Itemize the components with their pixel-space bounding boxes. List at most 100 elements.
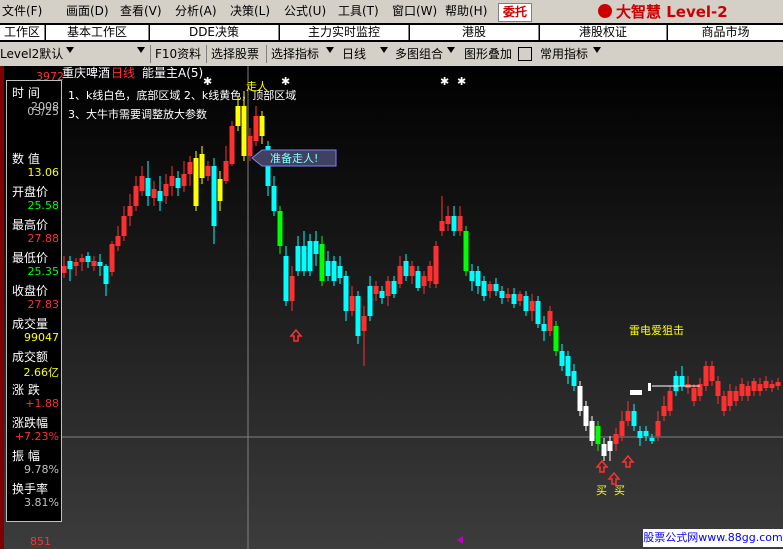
candle-body bbox=[247, 136, 253, 156]
candle-body bbox=[181, 174, 187, 186]
chevron-down-icon[interactable] bbox=[326, 47, 334, 53]
candle-body bbox=[253, 116, 259, 141]
info-label: 最高价 bbox=[12, 218, 49, 232]
candle-body bbox=[589, 421, 595, 441]
candle-body bbox=[511, 294, 517, 304]
candle-body bbox=[175, 178, 181, 188]
candle-body bbox=[601, 444, 607, 456]
layout-mode-select[interactable]: Level2默认 bbox=[0, 46, 63, 62]
chevron-down-icon[interactable] bbox=[66, 47, 74, 53]
candle-body bbox=[331, 261, 337, 281]
tab-hk-warrants[interactable]: 港股权证 bbox=[540, 25, 667, 40]
candle-body bbox=[187, 162, 193, 174]
signal-dot-icon: ✱ bbox=[203, 75, 212, 88]
chevron-down-icon[interactable] bbox=[447, 47, 455, 53]
candle-body bbox=[379, 291, 385, 298]
menu-window[interactable]: 窗口(W) bbox=[392, 3, 437, 20]
menu-tools[interactable]: 工具(T) bbox=[338, 3, 379, 20]
lock-icon[interactable] bbox=[518, 47, 532, 61]
stock-name: 重庆啤酒 bbox=[62, 66, 110, 80]
candle-body bbox=[565, 356, 571, 376]
menu-analysis[interactable]: 分析(A) bbox=[175, 3, 217, 20]
info-value: 13.06 bbox=[27, 166, 60, 179]
tab-workspace[interactable]: 工作区 bbox=[0, 25, 45, 40]
tab-main-monitor[interactable]: 主力实时监控 bbox=[280, 25, 409, 40]
tab-commodity-market[interactable]: 商品市场 bbox=[668, 25, 783, 40]
toolbar: Level2默认 F10资料 选择股票 选择指标 日线 多图组合 图形叠加 常用… bbox=[0, 42, 783, 67]
signal-dot-icon: ✱ bbox=[440, 75, 449, 88]
menu-decision[interactable]: 决策(L) bbox=[230, 3, 270, 20]
overlay-button[interactable]: 图形叠加 bbox=[464, 46, 512, 62]
candle-body bbox=[625, 411, 631, 421]
candle-body bbox=[223, 161, 229, 181]
candle-body bbox=[613, 434, 619, 444]
candle-body bbox=[775, 382, 781, 386]
menu-screen[interactable]: 画面(D) bbox=[66, 3, 109, 20]
workspace-tab-bar: 工作区 基本工作区 DDE决策 主力实时监控 港股 港股权证 商品市场 bbox=[0, 23, 783, 42]
menu-file[interactable]: 文件(F) bbox=[2, 3, 42, 20]
candle-body bbox=[271, 186, 277, 211]
candle-body bbox=[715, 381, 721, 396]
menu-help[interactable]: 帮助(H) bbox=[445, 3, 487, 20]
candle-body bbox=[667, 391, 673, 411]
period-select[interactable]: 日线 bbox=[342, 46, 366, 62]
candle-body bbox=[517, 294, 523, 301]
common-indicator-button[interactable]: 常用指标 bbox=[540, 46, 588, 62]
strategy-label: 雷电爱狙击 bbox=[629, 324, 684, 337]
candle-body bbox=[391, 281, 397, 294]
candle-body bbox=[703, 366, 709, 386]
info-value: 27.88 bbox=[27, 232, 60, 245]
select-stock-button[interactable]: 选择股票 bbox=[211, 46, 259, 62]
info-value: 2.66亿 bbox=[23, 366, 60, 379]
menu-formula[interactable]: 公式(U) bbox=[284, 3, 326, 20]
f10-button[interactable]: F10资料 bbox=[155, 46, 201, 62]
candle-body bbox=[637, 431, 643, 438]
tab-basic-workspace[interactable]: 基本工作区 bbox=[46, 25, 149, 40]
tab-dde-decision[interactable]: DDE决策 bbox=[150, 25, 279, 40]
candle-body bbox=[235, 106, 241, 126]
candle-body bbox=[103, 266, 109, 284]
entrust-button[interactable]: 委托 bbox=[498, 3, 532, 22]
menu-view[interactable]: 查看(V) bbox=[120, 3, 162, 20]
candle-body bbox=[469, 271, 475, 281]
candle-body bbox=[649, 438, 655, 441]
chevron-down-icon[interactable] bbox=[380, 47, 388, 53]
axis-bottom-price: 851 bbox=[30, 535, 51, 548]
candle-body bbox=[751, 381, 757, 391]
candle-body bbox=[541, 324, 547, 331]
select-indicator-button[interactable]: 选择指标 bbox=[271, 46, 319, 62]
info-label: 收盘价 bbox=[12, 284, 49, 298]
candle-body bbox=[199, 154, 205, 178]
candle-body bbox=[313, 241, 319, 254]
info-label: 成交额 bbox=[12, 350, 49, 364]
candle-body bbox=[721, 396, 727, 411]
multi-chart-combo-button[interactable]: 多图组合 bbox=[395, 46, 443, 62]
period-label: 日线 bbox=[111, 66, 135, 80]
candle-body bbox=[583, 406, 589, 426]
kline-chart[interactable]: 重庆啤酒 日线 能量主A(5)39728511、k线白色，底部区域 2、k线黄色，顶… bbox=[0, 66, 783, 549]
candle-body bbox=[739, 384, 745, 396]
candle-body bbox=[139, 176, 145, 191]
candle-body bbox=[451, 216, 457, 231]
candle-body bbox=[301, 246, 307, 271]
info-label: 振 幅 bbox=[12, 449, 40, 463]
candle-body bbox=[403, 261, 409, 276]
candle-body bbox=[463, 231, 469, 271]
candle-body bbox=[367, 286, 373, 316]
candle-body bbox=[421, 276, 427, 286]
info-label: 最低价 bbox=[12, 251, 49, 265]
tab-hk-stocks[interactable]: 港股 bbox=[410, 25, 539, 40]
candle-body bbox=[745, 386, 751, 396]
candle-body bbox=[553, 326, 559, 351]
info-value: 9.78% bbox=[24, 463, 59, 476]
candle-body bbox=[211, 166, 217, 226]
candle-body bbox=[481, 281, 487, 296]
chevron-down-icon[interactable] bbox=[593, 47, 601, 53]
info-value: +1.88 bbox=[25, 397, 59, 410]
candle-body bbox=[229, 126, 235, 164]
candle-body bbox=[757, 384, 763, 391]
chevron-down-icon[interactable] bbox=[137, 47, 145, 53]
signal-dot-icon: ✱ bbox=[457, 75, 466, 88]
candle-body bbox=[499, 291, 505, 298]
toolbar-divider bbox=[266, 45, 267, 63]
